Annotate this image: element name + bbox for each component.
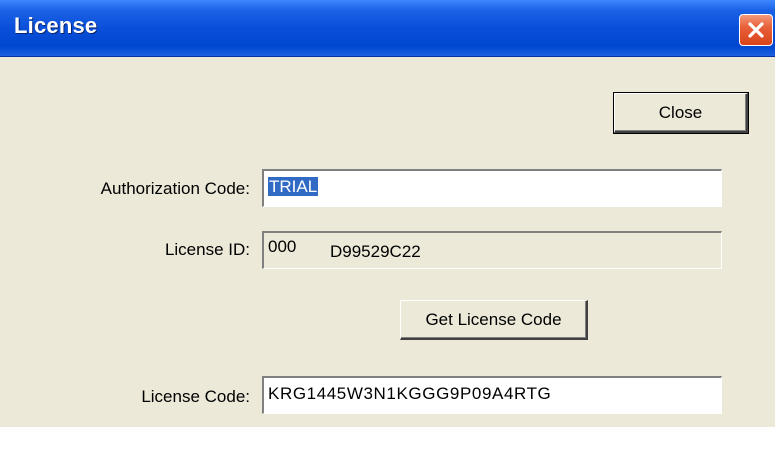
license-code-field[interactable]: KRG1445W3N1KGGG9P09A4RTG	[262, 376, 722, 414]
close-button[interactable]: Close	[613, 92, 749, 134]
authorization-code-label: Authorization Code:	[100, 179, 250, 198]
license-id-prefix: 000	[268, 237, 297, 256]
get-license-code-label: Get License Code	[425, 309, 562, 329]
window-title: License	[14, 13, 98, 38]
license-id-value: D99529C22	[330, 242, 421, 261]
authorization-code-value: TRIAL	[268, 177, 319, 196]
dialog-body: Close Authorization Code: TRIAL License …	[0, 57, 775, 427]
authorization-code-field[interactable]: TRIAL	[262, 169, 722, 207]
close-icon	[748, 22, 764, 38]
close-button-label: Close	[658, 102, 703, 122]
license-code-label: License Code:	[141, 387, 250, 406]
outside-area	[0, 427, 775, 454]
window-close-button[interactable]	[739, 14, 773, 46]
license-id-field: 000 D99529C22	[262, 231, 722, 269]
title-bar[interactable]: License	[0, 0, 775, 57]
license-id-label: License ID:	[164, 240, 250, 259]
license-dialog: License Close Authorization Code: TRIAL …	[0, 0, 775, 454]
license-code-value: KRG1445W3N1KGGG9P09A4RTG	[268, 384, 552, 403]
get-license-code-button[interactable]: Get License Code	[400, 300, 588, 340]
